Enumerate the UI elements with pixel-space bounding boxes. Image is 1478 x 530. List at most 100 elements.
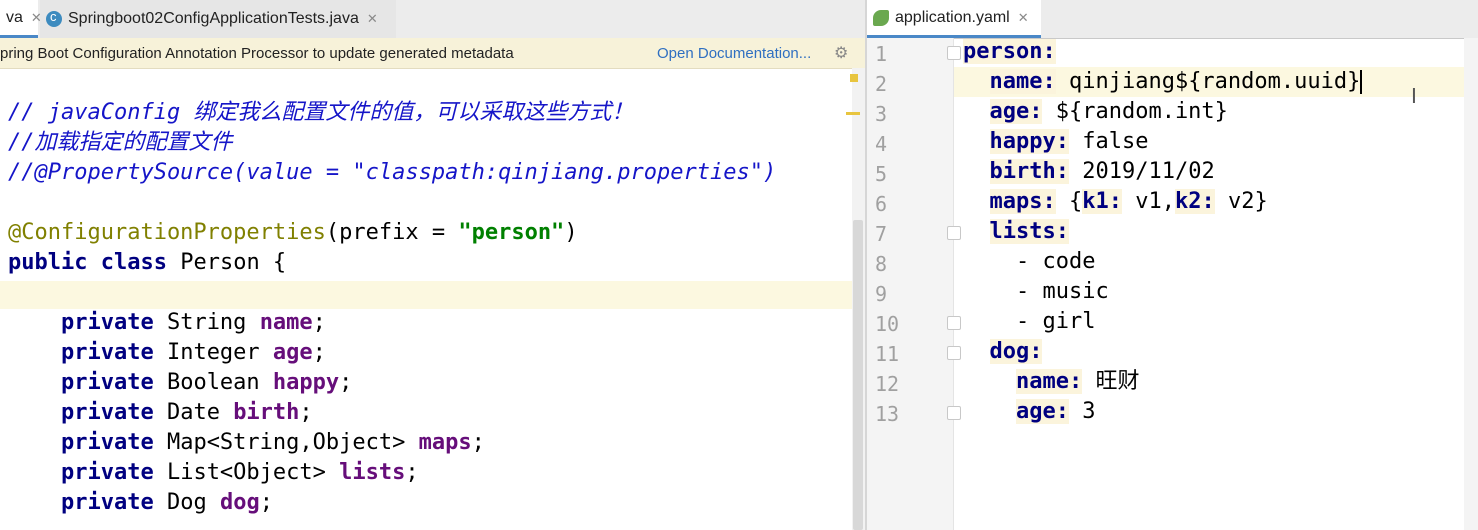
yaml-line: person: xyxy=(963,37,1362,67)
field-declaration: private Integer age; xyxy=(60,340,326,365)
line-number: 8 xyxy=(875,252,888,276)
yaml-line: - girl xyxy=(963,307,1362,337)
open-documentation-link[interactable]: Open Documentation... xyxy=(657,45,811,62)
notification-message: pring Boot Configuration Annotation Proc… xyxy=(0,45,514,62)
class-name: Person { xyxy=(180,250,287,275)
annotation-line: @ConfigurationProperties(prefix = "perso… xyxy=(8,218,776,248)
yaml-value: false xyxy=(1082,129,1149,154)
class-declaration: public class Person { xyxy=(8,248,776,278)
fold-end-icon[interactable] xyxy=(947,406,961,420)
yaml-line: age: 3 xyxy=(963,397,1362,427)
line-number: 6 xyxy=(875,192,888,216)
keyword: private xyxy=(60,310,154,335)
field-name: maps xyxy=(418,430,472,455)
yaml-key: maps: xyxy=(989,189,1056,214)
code-comment: //@PropertySource(value = "classpath:qin… xyxy=(8,160,777,185)
yaml-brace: { xyxy=(1068,189,1083,214)
yaml-key: birth: xyxy=(989,159,1069,184)
field-name: birth xyxy=(233,400,300,425)
yaml-value: 旺财 xyxy=(1095,369,1140,394)
yaml-line: - code xyxy=(963,247,1362,277)
yaml-key: person: xyxy=(963,39,1056,64)
yaml-value: ${random.int} xyxy=(1055,99,1228,124)
yaml-list-item: - music xyxy=(1015,279,1109,304)
yaml-key: happy: xyxy=(989,129,1069,154)
field-declaration: private String name; xyxy=(60,310,326,335)
annotation-prefix: (prefix = xyxy=(325,220,459,245)
line-number: 3 xyxy=(875,102,888,126)
field-name: age xyxy=(272,340,313,365)
line-number: 1 xyxy=(875,42,888,66)
line-number-gutter[interactable]: 1 2 3 4 5 6 7 8 9 10 11 12 13 xyxy=(867,38,961,530)
close-icon[interactable]: ✕ xyxy=(367,11,378,27)
line-number: 7 xyxy=(875,222,888,246)
line-number: 11 xyxy=(875,342,900,366)
change-marker[interactable] xyxy=(846,112,860,115)
line-number: 2 xyxy=(875,72,888,96)
tab-springboot-tests[interactable]: Springboot02ConfigApplicationTests.java … xyxy=(40,0,396,38)
notification-bar: pring Boot Configuration Annotation Proc… xyxy=(0,38,866,69)
scrollbar-thumb[interactable] xyxy=(853,220,863,530)
line-number: 13 xyxy=(875,402,900,426)
line-number: 4 xyxy=(875,132,888,156)
tab-person-java[interactable]: va ✕ xyxy=(0,0,42,38)
warning-marker[interactable] xyxy=(850,74,858,82)
yaml-editor-pane[interactable]: application.yaml ✕ 1 2 3 4 5 6 7 8 9 10 … xyxy=(867,0,1478,530)
java-code[interactable]: // javaConfig 绑定我么配置文件的值，可以采取这些方式！ //加载指… xyxy=(8,98,776,518)
yaml-key: name: xyxy=(989,69,1056,94)
yaml-key: age: xyxy=(1015,399,1069,424)
code-comment: //加载指定的配置文件 xyxy=(8,130,233,155)
yaml-line: name: 旺财 xyxy=(963,367,1362,397)
mouse-ibeam-cursor: I xyxy=(1411,84,1417,108)
keyword: public xyxy=(8,250,88,275)
fold-collapse-icon[interactable] xyxy=(947,46,961,60)
tab-label: Springboot02ConfigApplicationTests.java xyxy=(68,10,359,27)
text-cursor xyxy=(1360,70,1363,94)
field-type: Boolean xyxy=(166,370,260,395)
field-declaration: private Map<String,Object> maps; xyxy=(60,430,485,455)
yaml-line: maps: {k1: v1,k2: v2} xyxy=(963,187,1362,217)
field-declaration: private Dog dog; xyxy=(60,490,273,515)
java-editor-pane[interactable]: va ✕ Springboot02ConfigApplicationTests.… xyxy=(0,0,866,530)
yaml-key: age: xyxy=(989,99,1043,124)
keyword: private xyxy=(60,490,154,515)
yaml-key: lists: xyxy=(989,219,1069,244)
yaml-value: v1, xyxy=(1135,189,1175,214)
field-declaration: private List<Object> lists; xyxy=(60,460,419,485)
yaml-line: birth: 2019/11/02 xyxy=(963,157,1362,187)
yaml-key: dog: xyxy=(989,339,1043,364)
keyword: private xyxy=(60,340,154,365)
keyword: private xyxy=(60,460,154,485)
fold-collapse-icon[interactable] xyxy=(947,226,961,240)
fold-end-icon[interactable] xyxy=(947,316,961,330)
yaml-key: k1: xyxy=(1082,189,1122,214)
keyword: class xyxy=(100,250,167,275)
line-number: 5 xyxy=(875,162,888,186)
tab-application-yaml[interactable]: application.yaml ✕ xyxy=(867,0,1041,38)
close-icon[interactable]: ✕ xyxy=(1018,10,1029,26)
yaml-value: v2} xyxy=(1227,189,1268,214)
yaml-value: 2019/11/02 xyxy=(1082,159,1215,184)
annotation-close: ) xyxy=(564,220,578,245)
fold-collapse-icon[interactable] xyxy=(947,346,961,360)
field-type: Map<String,Object> xyxy=(166,430,406,455)
annotation: @ConfigurationProperties xyxy=(8,220,326,245)
field-name: name xyxy=(259,310,313,335)
field-name: happy xyxy=(272,370,340,395)
yaml-value: qinjiang${random.uuid} xyxy=(1068,69,1361,94)
line-number: 10 xyxy=(875,312,900,336)
line-number: 12 xyxy=(875,372,900,396)
field-type: Dog xyxy=(166,490,207,515)
tab-label: application.yaml xyxy=(895,8,1010,26)
yaml-line: name: qinjiang${random.uuid} xyxy=(963,67,1363,97)
field-type: Date xyxy=(166,400,220,425)
spring-leaf-icon xyxy=(873,9,889,26)
scrollbar-track[interactable] xyxy=(1464,38,1478,530)
yaml-value: 3 xyxy=(1082,399,1096,424)
field-declaration: private Boolean happy; xyxy=(60,370,353,395)
yaml-code[interactable]: person: name: qinjiang${random.uuid} age… xyxy=(963,37,1363,427)
gear-icon[interactable]: ⚙ xyxy=(834,43,848,63)
yaml-list-item: - girl xyxy=(1015,309,1096,334)
